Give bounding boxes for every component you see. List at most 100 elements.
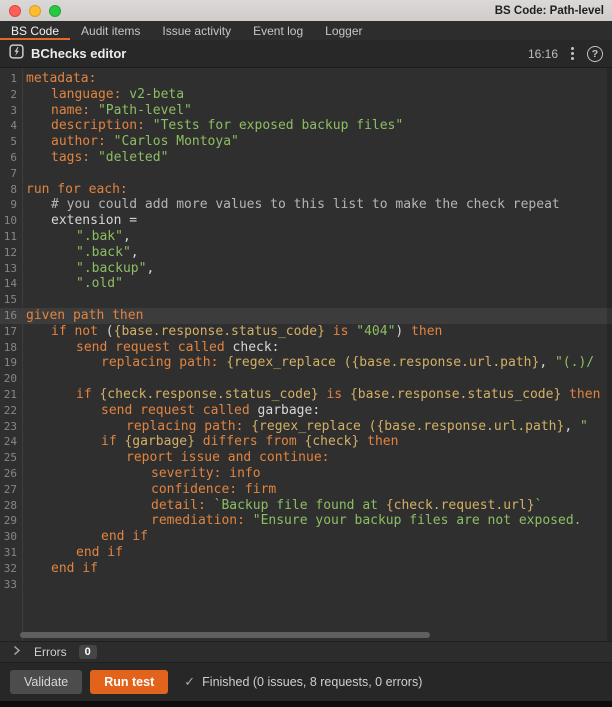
line-number: 2 [0, 87, 22, 103]
code-text: ".backup", [22, 261, 612, 277]
zoom-button[interactable] [49, 5, 61, 17]
line-number: 11 [0, 229, 22, 245]
line-number: 21 [0, 387, 22, 403]
code-text: end if [22, 529, 612, 545]
code-line-27[interactable]: 27confidence: firm [0, 482, 612, 498]
line-number: 1 [0, 71, 22, 87]
line-number: 25 [0, 450, 22, 466]
code-line-18[interactable]: 18send request called check: [0, 340, 612, 356]
code-line-19[interactable]: 19replacing path: {regex_replace ({base.… [0, 355, 612, 371]
code-line-30[interactable]: 30end if [0, 529, 612, 545]
code-text: tags: "deleted" [22, 150, 612, 166]
code-text: if {garbage} differs from {check} then [22, 434, 612, 450]
code-line-17[interactable]: 17if not ({base.response.status_code} is… [0, 324, 612, 340]
line-number: 30 [0, 529, 22, 545]
code-line-14[interactable]: 14".old" [0, 276, 612, 292]
code-line-33[interactable]: 33 [0, 577, 612, 593]
tab-issue-activity[interactable]: Issue activity [151, 21, 242, 40]
line-number: 17 [0, 324, 22, 340]
page-title: BChecks editor [31, 46, 126, 61]
code-line-4[interactable]: 4description: "Tests for exposed backup … [0, 118, 612, 134]
code-line-32[interactable]: 32end if [0, 561, 612, 577]
horizontal-scrollbar-thumb[interactable] [20, 632, 430, 638]
code-line-29[interactable]: 29remediation: "Ensure your backup files… [0, 513, 612, 529]
code-text: author: "Carlos Montoya" [22, 134, 612, 150]
code-text: extension = [22, 213, 612, 229]
tab-event-log[interactable]: Event log [242, 21, 314, 40]
line-number: 3 [0, 103, 22, 119]
line-number: 8 [0, 182, 22, 198]
code-text: run for each: [22, 182, 612, 198]
code-line-24[interactable]: 24if {garbage} differs from {check} then [0, 434, 612, 450]
code-line-7[interactable]: 7 [0, 166, 612, 182]
code-text: detail: `Backup file found at {check.req… [22, 498, 612, 514]
code-text: remediation: "Ensure your backup files a… [22, 513, 612, 529]
vertical-scrollbar-track[interactable] [607, 68, 612, 641]
traffic-lights [0, 5, 61, 17]
code-line-13[interactable]: 13".backup", [0, 261, 612, 277]
line-number: 18 [0, 340, 22, 356]
run-test-button[interactable]: Run test [90, 670, 168, 694]
line-number: 22 [0, 403, 22, 419]
code-line-21[interactable]: 21if {check.response.status_code} is {ba… [0, 387, 612, 403]
code-line-1[interactable]: 1metadata: [0, 71, 612, 87]
line-number: 31 [0, 545, 22, 561]
tab-audit-items[interactable]: Audit items [70, 21, 151, 40]
line-number: 29 [0, 513, 22, 529]
code-line-16[interactable]: 16given path then [0, 308, 612, 324]
line-number: 33 [0, 577, 22, 593]
errors-label: Errors [34, 645, 67, 659]
window-bottom-edge [0, 701, 612, 707]
line-number: 5 [0, 134, 22, 150]
editor-header: BChecks editor 16:16 ? [0, 40, 612, 68]
line-number: 6 [0, 150, 22, 166]
line-number: 14 [0, 276, 22, 292]
code-line-2[interactable]: 2language: v2-beta [0, 87, 612, 103]
run-status: ✓ Finished (0 issues, 8 requests, 0 erro… [184, 674, 422, 690]
line-number: 20 [0, 371, 22, 387]
code-editor[interactable]: 1metadata:2language: v2-beta3name: "Path… [0, 68, 612, 641]
code-line-10[interactable]: 10extension = [0, 213, 612, 229]
kebab-menu-icon[interactable] [569, 45, 576, 62]
code-line-15[interactable]: 15 [0, 292, 612, 308]
code-line-6[interactable]: 6tags: "deleted" [0, 150, 612, 166]
titlebar: BS Code: Path-level [0, 0, 612, 21]
help-icon[interactable]: ? [587, 46, 603, 62]
code-line-23[interactable]: 23replacing path: {regex_replace ({base.… [0, 419, 612, 435]
code-line-11[interactable]: 11".bak", [0, 229, 612, 245]
check-icon: ✓ [184, 674, 195, 690]
line-number: 19 [0, 355, 22, 371]
code-text: # you could add more values to this list… [22, 197, 612, 213]
errors-panel-header[interactable]: Errors 0 [0, 641, 612, 663]
code-line-26[interactable]: 26severity: info [0, 466, 612, 482]
code-line-25[interactable]: 25report issue and continue: [0, 450, 612, 466]
code-text: end if [22, 561, 612, 577]
code-line-20[interactable]: 20 [0, 371, 612, 387]
code-line-31[interactable]: 31end if [0, 545, 612, 561]
close-button[interactable] [9, 5, 21, 17]
code-text: ".old" [22, 276, 612, 292]
code-text: description: "Tests for exposed backup f… [22, 118, 612, 134]
chevron-right-icon[interactable] [12, 643, 21, 661]
code-line-12[interactable]: 12".back", [0, 245, 612, 261]
code-text [22, 371, 612, 387]
tab-bs-code[interactable]: BS Code [0, 21, 70, 40]
code-text: send request called check: [22, 340, 612, 356]
code-text: name: "Path-level" [22, 103, 612, 119]
header-actions: 16:16 ? [528, 45, 603, 62]
minimize-button[interactable] [29, 5, 41, 17]
code-line-22[interactable]: 22send request called garbage: [0, 403, 612, 419]
code-text: send request called garbage: [22, 403, 612, 419]
code-line-9[interactable]: 9# you could add more values to this lis… [0, 197, 612, 213]
line-number: 24 [0, 434, 22, 450]
line-number: 16 [0, 308, 22, 324]
code-text: confidence: firm [22, 482, 612, 498]
errors-count-badge: 0 [79, 645, 97, 659]
code-line-3[interactable]: 3name: "Path-level" [0, 103, 612, 119]
code-text: severity: info [22, 466, 612, 482]
code-line-5[interactable]: 5author: "Carlos Montoya" [0, 134, 612, 150]
tab-logger[interactable]: Logger [314, 21, 373, 40]
code-line-28[interactable]: 28detail: `Backup file found at {check.r… [0, 498, 612, 514]
code-line-8[interactable]: 8run for each: [0, 182, 612, 198]
validate-button[interactable]: Validate [10, 670, 82, 694]
